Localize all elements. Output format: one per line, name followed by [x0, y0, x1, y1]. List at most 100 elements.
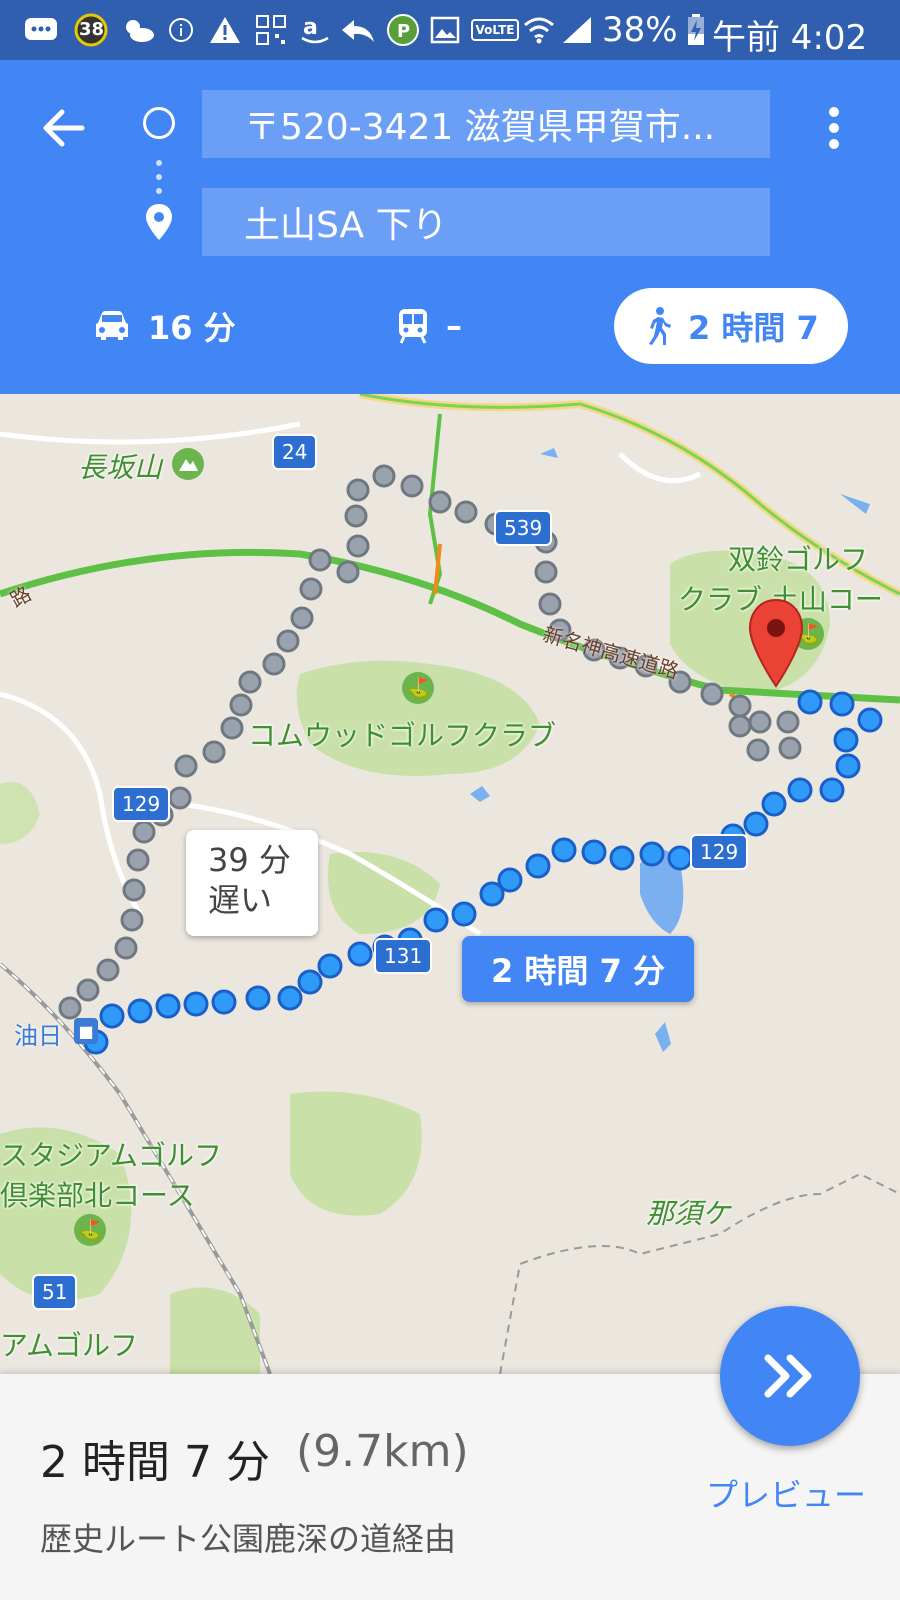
alt-route-dot: [96, 958, 120, 982]
golf-label-sozu: 双鈴ゴルフ: [728, 543, 869, 576]
alt-route-callout[interactable]: 39 分 遅い: [186, 830, 318, 936]
alt-route-dot: [120, 908, 144, 932]
alt-route-dot: [728, 694, 752, 718]
alt-route-dot: [76, 978, 100, 1002]
main-route-dot: [497, 867, 523, 893]
main-route-dot: [797, 689, 823, 715]
alt-route-dot: [132, 820, 156, 844]
alt-route-note: 遅い: [208, 881, 273, 919]
golf-icon: ⛳: [402, 672, 434, 704]
alt-route-dot: [346, 534, 370, 558]
main-route-dot: [551, 837, 577, 863]
preview-button[interactable]: [720, 1306, 860, 1446]
image-icon: [430, 14, 460, 46]
mode-transit-tab[interactable]: –: [396, 288, 462, 364]
main-route-callout[interactable]: 2 時間 7 分: [462, 936, 694, 1002]
alt-route-dot: [778, 736, 802, 760]
mountain-icon: [172, 448, 204, 480]
back-button[interactable]: [38, 102, 90, 154]
golf-label-comwood: コムウッドゴルフクラブ: [248, 719, 557, 752]
main-route-dot: [297, 969, 323, 995]
mode-walk-label: 2 時間 7: [688, 309, 819, 347]
alt-route-dot: [344, 504, 368, 528]
map-view[interactable]: 長坂山 双鈴ゴルフ クラブ 土山コー コムウッドゴルフクラブ ⛳ ⛳ ⛳ スタジ…: [0, 394, 900, 1374]
alt-route-dot: [372, 464, 396, 488]
route-shield: 539: [494, 510, 553, 546]
status-bar: 38 a P VoLTE 38% 午前 4:02: [0, 0, 900, 60]
weather-icon: [120, 14, 156, 46]
route-distance: (9.7km): [296, 1426, 469, 1477]
alt-route-dot: [276, 629, 300, 653]
main-route-dot: [743, 811, 769, 837]
mountain-label: 長坂山: [78, 451, 163, 484]
main-route-dot: [835, 753, 861, 779]
alt-route-dot: [748, 710, 772, 734]
main-route-dot: [581, 839, 607, 865]
main-route-dot: [833, 727, 859, 753]
route-connector-icon: [156, 160, 162, 206]
alt-route-dot: [290, 606, 314, 630]
main-route-dot: [245, 985, 271, 1011]
clock: 午前 4:02: [712, 18, 868, 58]
origin-field[interactable]: 〒520-3421 滋賀県甲賀市...: [202, 90, 770, 158]
main-route-dot: [451, 901, 477, 927]
wifi-icon: [522, 14, 556, 46]
battery-percent: 38%: [602, 10, 678, 50]
more-options-button[interactable]: [816, 102, 852, 154]
warning-icon: [208, 14, 242, 46]
main-route-dot: [211, 989, 237, 1015]
back-arrow-icon: [43, 109, 85, 147]
mode-walk-tab[interactable]: 2 時間 7: [614, 288, 848, 364]
main-route-dot: [787, 777, 813, 803]
info-icon: [168, 14, 194, 46]
main-route-dot: [317, 953, 343, 979]
alt-route-dot: [126, 848, 150, 872]
origin-circle-icon: [143, 107, 175, 139]
train-icon: [399, 309, 427, 344]
directions-header: 〒520-3421 滋賀県甲賀市... 土山SA 下り 16 分 – 2 時間 …: [0, 60, 900, 394]
alt-route-dot: [58, 996, 82, 1020]
svg-text:P: P: [397, 21, 410, 42]
badge-count: 38: [79, 19, 105, 40]
app-icon: P: [386, 14, 420, 46]
route-via: 歴史ルート公園鹿深の道経由: [40, 1520, 457, 1558]
alt-route-dot: [428, 490, 452, 514]
alt-route-dot: [534, 560, 558, 584]
destination-marker-icon[interactable]: [746, 598, 806, 688]
main-route-dot: [639, 841, 665, 867]
main-route-dot: [155, 993, 181, 1019]
alt-route-dot: [776, 710, 800, 734]
alt-route-dot: [308, 548, 332, 572]
alt-route-dot: [700, 682, 724, 706]
destination-pin-icon: [143, 202, 175, 242]
golf-label-partial: アムゴルフ: [0, 1329, 139, 1362]
main-route-dot: [277, 985, 303, 1011]
battery-icon: [686, 14, 706, 46]
main-route-dot: [423, 907, 449, 933]
alt-route-dot: [346, 478, 370, 502]
alt-route-dot: [299, 577, 323, 601]
more-vert-icon: [829, 107, 839, 149]
main-route-dot: [857, 707, 883, 733]
area-label-nasu: 那須ケ: [646, 1197, 731, 1230]
alt-route-dot: [746, 738, 770, 762]
route-shield: 24: [272, 434, 318, 470]
svg-text:a: a: [303, 15, 318, 40]
alt-route-dot: [400, 474, 424, 498]
double-chevron-right-icon: [764, 1354, 812, 1398]
volte-icon: VoLTE: [470, 14, 520, 46]
station-icon: ■: [74, 1018, 98, 1044]
main-route-dot: [667, 845, 693, 871]
alt-route-dot: [238, 670, 262, 694]
golf-icon: ⛳: [74, 1214, 106, 1246]
golf-label-stadium-2: 倶楽部北コース: [0, 1179, 195, 1212]
alt-route-dot: [114, 936, 138, 960]
main-route-dot: [761, 791, 787, 817]
route-shield: 51: [32, 1274, 78, 1310]
main-route-dot: [829, 691, 855, 717]
alt-route-dot: [454, 500, 478, 524]
destination-field[interactable]: 土山SA 下り: [202, 188, 770, 256]
alt-route-dot: [229, 693, 253, 717]
main-route-dot: [127, 998, 153, 1024]
mode-car-tab[interactable]: 16 分: [92, 288, 236, 364]
